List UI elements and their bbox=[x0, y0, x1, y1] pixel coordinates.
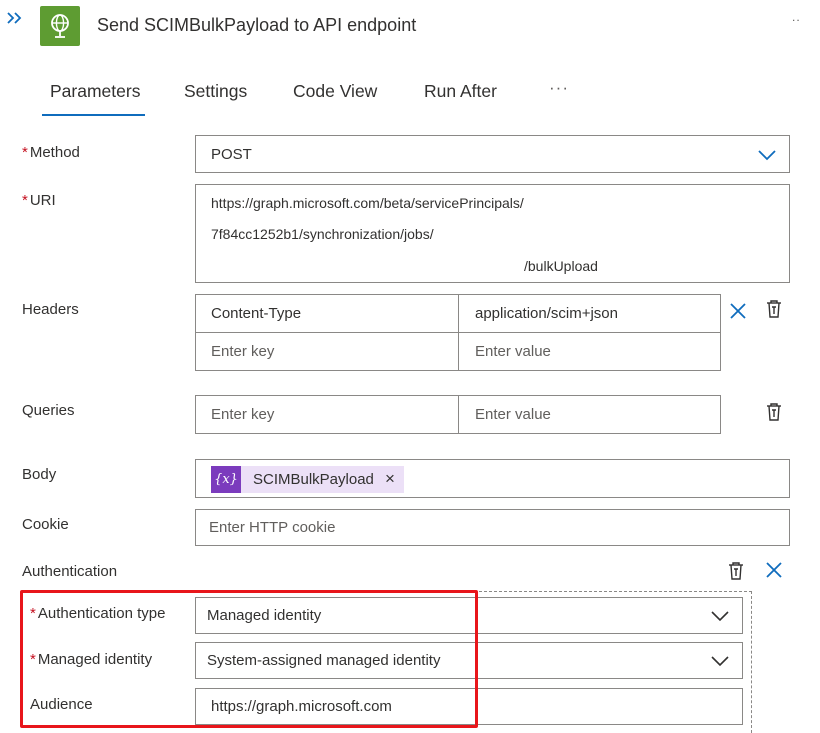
header-key-input[interactable]: Content-Type bbox=[195, 294, 459, 333]
step-title: Send SCIMBulkPayload to API endpoint bbox=[97, 15, 417, 35]
managed-identity-dropdown[interactable]: System-assigned managed identity bbox=[195, 642, 743, 679]
header-value-input[interactable]: Enter value bbox=[458, 332, 721, 371]
body-input[interactable]: {x} SCIMBulkPayload × bbox=[195, 459, 790, 498]
method-label: * Method bbox=[22, 144, 80, 161]
required-marker: * bbox=[30, 605, 36, 622]
required-marker: * bbox=[30, 651, 36, 668]
header-value-input[interactable]: application/scim+json bbox=[458, 294, 721, 333]
uri-line-3: /bulkUpload bbox=[524, 258, 598, 274]
chevron-down-icon bbox=[711, 611, 729, 622]
token-remove-icon[interactable]: × bbox=[385, 469, 395, 489]
cookie-input[interactable]: Enter HTTP cookie bbox=[195, 509, 790, 546]
audience-input[interactable]: https://graph.microsoft.com bbox=[195, 688, 743, 725]
uri-line-1: https://graph.microsoft.com/beta/service… bbox=[211, 195, 524, 211]
trash-icon[interactable] bbox=[726, 561, 746, 581]
query-value-input[interactable]: Enter value bbox=[458, 395, 721, 434]
globe-icon bbox=[40, 6, 80, 46]
required-marker: * bbox=[22, 144, 28, 161]
managed-identity-label: * Managed identity bbox=[30, 651, 153, 668]
close-icon[interactable] bbox=[728, 301, 748, 321]
method-value: POST bbox=[211, 146, 252, 163]
uri-label: * URI bbox=[22, 192, 56, 209]
tabs-more-icon[interactable]: ··· bbox=[549, 78, 569, 98]
uri-input[interactable]: https://graph.microsoft.com/beta/service… bbox=[195, 184, 790, 283]
chevron-down-icon bbox=[711, 656, 729, 667]
headers-label: Headers bbox=[22, 301, 79, 318]
header-key-input[interactable]: Enter key bbox=[195, 332, 459, 371]
trash-icon[interactable] bbox=[764, 299, 784, 319]
queries-label: Queries bbox=[22, 402, 75, 419]
tab-run-after[interactable]: Run After bbox=[424, 81, 497, 102]
audience-label: Audience bbox=[30, 696, 93, 713]
authentication-type-dropdown[interactable]: Managed identity bbox=[195, 597, 743, 634]
uri-line-2: 7f84cc1252b1/synchronization/jobs/ bbox=[211, 226, 434, 242]
required-marker: * bbox=[22, 192, 28, 209]
authentication-type-label: * Authentication type bbox=[30, 605, 166, 622]
body-label: Body bbox=[22, 466, 57, 483]
tab-parameters[interactable]: Parameters bbox=[50, 81, 140, 102]
body-token-label: SCIMBulkPayload bbox=[253, 471, 374, 488]
variable-icon: {x} bbox=[211, 466, 241, 493]
authentication-label: Authentication bbox=[22, 563, 118, 580]
tab-code-view[interactable]: Code View bbox=[293, 81, 377, 102]
close-icon[interactable] bbox=[764, 560, 784, 580]
query-key-input[interactable]: Enter key bbox=[195, 395, 459, 434]
tab-settings[interactable]: Settings bbox=[184, 81, 247, 102]
method-dropdown[interactable]: POST bbox=[195, 135, 790, 173]
chevron-double-right-icon[interactable] bbox=[6, 10, 24, 26]
body-token[interactable]: {x} SCIMBulkPayload × bbox=[211, 466, 404, 493]
chevron-down-icon bbox=[758, 150, 776, 161]
active-tab-indicator bbox=[42, 114, 145, 116]
cookie-label: Cookie bbox=[22, 516, 69, 533]
more-options-icon[interactable]: .. bbox=[792, 10, 801, 24]
trash-icon[interactable] bbox=[764, 402, 784, 422]
